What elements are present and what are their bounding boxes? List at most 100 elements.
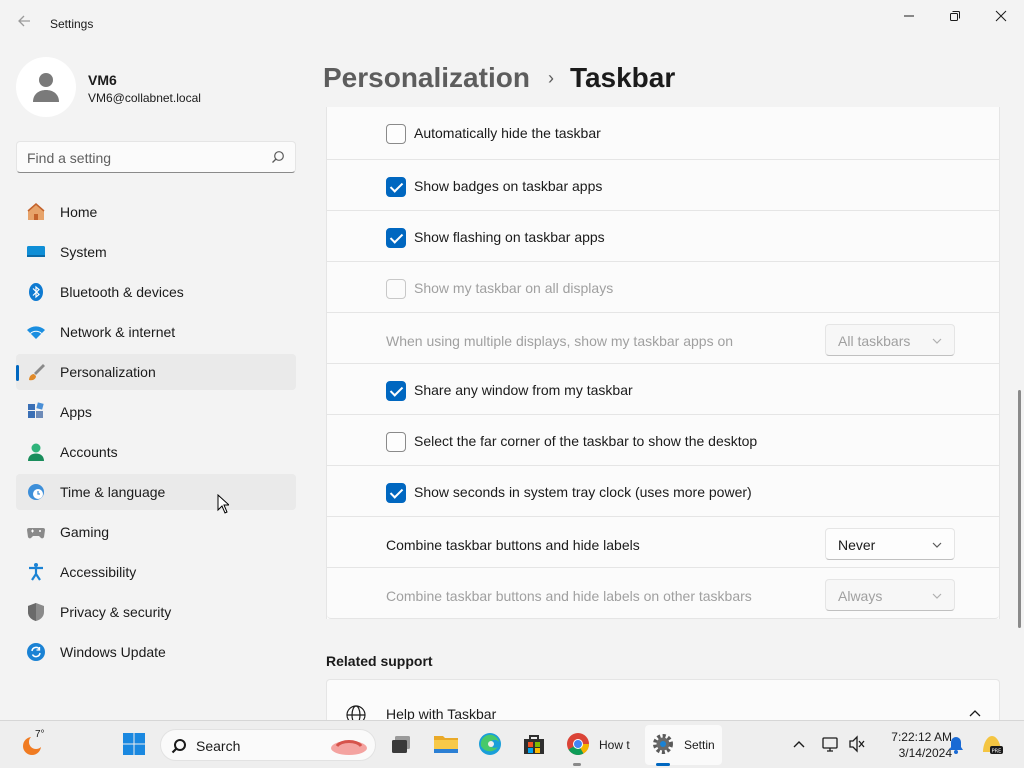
taskbar-behaviors-card: Automatically hide the taskbar Show badg… <box>326 107 1000 619</box>
setting-label: Combine taskbar buttons and hide labels … <box>386 588 752 604</box>
sidebar-item-time-language[interactable]: Time & language <box>16 474 296 510</box>
setting-row-badges[interactable]: Show badges on taskbar apps <box>327 160 999 211</box>
sidebar-item-home[interactable]: Home <box>16 194 296 230</box>
flashing-checkbox[interactable] <box>386 228 406 248</box>
setting-row-combine-buttons: Combine taskbar buttons and hide labels … <box>327 517 999 568</box>
sidebar-item-apps[interactable]: Apps <box>16 394 296 430</box>
help-label: Help with Taskbar <box>386 706 497 720</box>
settings-panel: Automatically hide the taskbar Show badg… <box>326 107 1000 719</box>
sidebar-item-bluetooth[interactable]: Bluetooth & devices <box>16 274 296 310</box>
volume-muted-icon[interactable] <box>848 735 866 753</box>
setting-label: When using multiple displays, show my ta… <box>386 333 734 349</box>
chevron-down-icon <box>932 593 942 599</box>
weather-temperature: 7° <box>35 729 45 740</box>
sidebar-nav: Home System Bluetooth & devices Network … <box>16 194 296 674</box>
task-view-icon <box>392 736 410 753</box>
sidebar-item-label: Bluetooth & devices <box>60 284 184 300</box>
setting-label: Show seconds in system tray clock (uses … <box>414 484 752 500</box>
sidebar-item-network[interactable]: Network & internet <box>16 314 296 350</box>
svg-text:PRE: PRE <box>992 749 1002 755</box>
running-indicator <box>573 763 581 766</box>
copilot-preview-icon[interactable]: PRE <box>980 732 1004 756</box>
all-displays-checkbox <box>386 279 406 299</box>
related-support-heading: Related support <box>326 653 433 669</box>
setting-row-flashing[interactable]: Show flashing on taskbar apps <box>327 211 999 262</box>
sidebar-item-label: Accounts <box>60 444 118 460</box>
share-window-checkbox[interactable] <box>386 381 406 401</box>
settings-taskbar-button[interactable] <box>650 731 676 757</box>
chevron-up-icon[interactable] <box>969 708 981 720</box>
setting-row-multiple-displays: When using multiple displays, show my ta… <box>327 313 999 364</box>
sidebar-item-gaming[interactable]: Gaming <box>16 514 296 550</box>
setting-row-share-window[interactable]: Share any window from my taskbar <box>327 364 999 415</box>
chevron-down-icon <box>932 338 942 344</box>
selected-indicator <box>16 365 19 381</box>
search-icon <box>171 739 186 754</box>
page-title: Taskbar <box>569 62 676 93</box>
sidebar-item-accounts[interactable]: Accounts <box>16 434 296 470</box>
far-corner-checkbox[interactable] <box>386 432 406 452</box>
back-arrow-icon[interactable] <box>14 14 34 34</box>
breadcrumb-parent[interactable]: Personalization <box>323 62 530 94</box>
bluetooth-icon <box>26 282 46 302</box>
title-bar: Settings <box>0 0 1024 48</box>
setting-row-show-seconds[interactable]: Show seconds in system tray clock (uses … <box>327 466 999 517</box>
setting-label: Combine taskbar buttons and hide labels <box>386 537 640 553</box>
minimize-button[interactable] <box>886 0 932 32</box>
setting-row-far-corner[interactable]: Select the far corner of the taskbar to … <box>327 415 999 466</box>
gamepad-icon <box>26 522 46 542</box>
accessibility-icon <box>26 562 46 582</box>
find-setting-input[interactable] <box>27 148 257 168</box>
sidebar-item-label: Home <box>60 204 98 220</box>
setting-label: Show badges on taskbar apps <box>414 178 603 194</box>
taskbar-search-label: Search <box>196 738 241 754</box>
user-profile[interactable]: VM6 VM6@collabnet.local <box>16 57 296 117</box>
system-icon <box>26 242 46 262</box>
edge-button[interactable] <box>477 731 503 757</box>
close-button[interactable] <box>978 0 1024 32</box>
chrome-button[interactable] <box>565 731 591 757</box>
taskbar-search[interactable]: Search <box>160 729 376 761</box>
file-explorer-button[interactable] <box>433 731 459 757</box>
find-setting-box[interactable] <box>16 141 296 173</box>
edge-icon <box>479 733 501 755</box>
scrollbar[interactable] <box>1018 390 1021 628</box>
sidebar-item-privacy[interactable]: Privacy & security <box>16 594 296 630</box>
sidebar-item-personalization[interactable]: Personalization <box>16 354 296 390</box>
search-icon[interactable] <box>271 150 285 164</box>
sidebar-item-label: System <box>60 244 107 260</box>
sidebar-item-accessibility[interactable]: Accessibility <box>16 554 296 590</box>
start-button[interactable] <box>121 731 147 757</box>
system-clock[interactable]: 7:22:12 AM 3/14/2024 <box>870 729 952 761</box>
sidebar-item-system[interactable]: System <box>16 234 296 270</box>
network-icon[interactable] <box>822 735 840 753</box>
help-with-taskbar-card[interactable]: Help with Taskbar <box>326 679 1000 720</box>
update-icon <box>26 642 46 662</box>
dropdown-value: Never <box>838 537 876 553</box>
combine-buttons-dropdown[interactable]: Never <box>825 528 955 560</box>
setting-row-all-displays: Show my taskbar on all displays <box>327 262 999 313</box>
breadcrumb: Personalization › Taskbar <box>323 58 675 98</box>
task-view-button[interactable] <box>388 731 414 757</box>
setting-row-auto-hide[interactable]: Automatically hide the taskbar <box>327 107 999 160</box>
show-seconds-checkbox[interactable] <box>386 483 406 503</box>
sidebar-item-label: Network & internet <box>60 324 176 340</box>
wifi-icon <box>26 322 46 342</box>
badges-checkbox[interactable] <box>386 177 406 197</box>
store-button[interactable] <box>521 731 547 757</box>
home-icon <box>26 202 46 222</box>
setting-label: Select the far corner of the taskbar to … <box>414 433 758 449</box>
clock-globe-icon <box>26 482 46 502</box>
maximize-button[interactable] <box>932 0 978 32</box>
setting-row-combine-other: Combine taskbar buttons and hide labels … <box>327 568 999 619</box>
auto-hide-checkbox[interactable] <box>386 124 406 144</box>
breadcrumb-separator: › <box>547 67 554 88</box>
profile-email: VM6@collabnet.local <box>88 91 201 105</box>
chevron-up-icon[interactable] <box>793 739 805 749</box>
sidebar-item-label: Personalization <box>60 364 156 380</box>
person-icon <box>33 73 59 102</box>
restore-icon <box>950 11 960 21</box>
notification-bell-icon[interactable] <box>948 736 964 754</box>
sidebar-item-windows-update[interactable]: Windows Update <box>16 634 296 670</box>
setting-label: Automatically hide the taskbar <box>414 125 601 141</box>
